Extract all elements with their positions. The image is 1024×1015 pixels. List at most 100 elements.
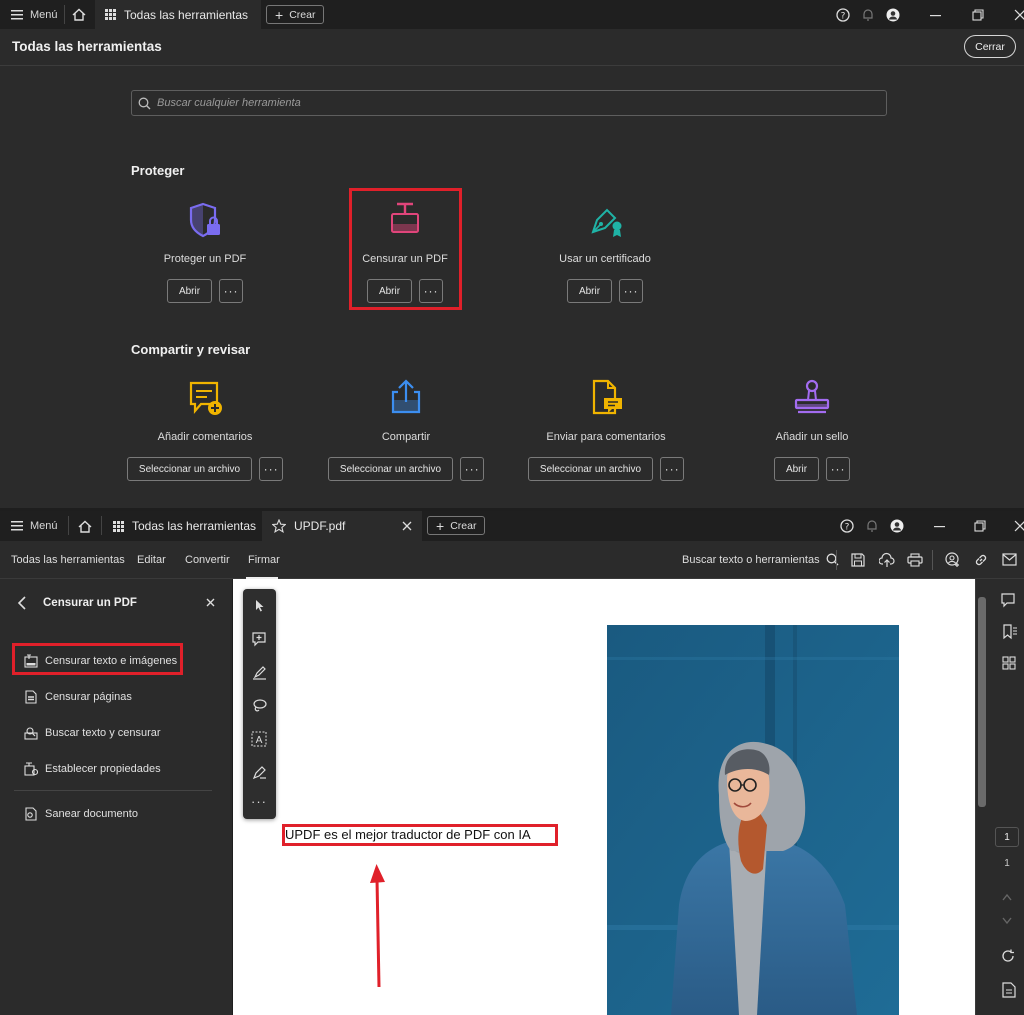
restore-icon[interactable] [974, 520, 986, 532]
save-icon[interactable] [851, 553, 865, 567]
svg-text:A: A [256, 735, 263, 746]
create-button[interactable]: + Crear [266, 5, 325, 24]
help-icon[interactable]: ? [836, 7, 850, 22]
svg-text:?: ? [841, 11, 846, 21]
home-icon [72, 8, 86, 21]
tab-label: Todas las herramientas [124, 7, 249, 22]
menubar-convert[interactable]: Convertir [185, 554, 230, 566]
help-icon[interactable]: ? [840, 519, 854, 533]
highlight-pen-icon[interactable] [252, 665, 268, 681]
highlight-box-text [282, 824, 558, 846]
more-options-button[interactable]: ··· [259, 457, 284, 481]
search-icon [138, 97, 151, 109]
panel-item-label: Sanear documento [45, 808, 138, 820]
panel-header: Censurar un PDF [0, 579, 232, 625]
scrollbar-thumb[interactable] [978, 597, 986, 807]
open-button[interactable]: Abrir [773, 457, 820, 481]
star-icon[interactable] [272, 519, 286, 533]
create-button[interactable]: + Crear [427, 516, 486, 535]
select-file-button[interactable]: Seleccionar un archivo [327, 457, 454, 481]
sanitize-icon [25, 807, 37, 821]
menu-button[interactable]: Menú [11, 511, 58, 541]
panel-item-label: Censurar páginas [45, 691, 132, 703]
redact-panel: Censurar un PDF Censurar texto e imágene… [0, 579, 232, 1015]
more-tools-icon[interactable]: ··· [251, 794, 267, 809]
link-icon[interactable] [974, 553, 988, 567]
bell-icon[interactable] [866, 519, 878, 533]
select-file-button[interactable]: Seleccionar un archivo [126, 457, 253, 481]
add-comment-icon[interactable] [252, 632, 268, 648]
mail-icon[interactable] [1002, 553, 1017, 566]
more-options-button[interactable]: ··· [826, 457, 851, 481]
close-icon[interactable] [1014, 520, 1024, 532]
close-tab-icon[interactable] [402, 521, 412, 531]
highlight-box-redact [349, 188, 462, 310]
bell-icon[interactable] [862, 8, 874, 22]
plus-icon: + [275, 6, 284, 23]
share-icon [391, 379, 421, 414]
open-button[interactable]: Abrir [566, 279, 613, 303]
minimize-icon[interactable] [930, 9, 942, 21]
refresh-icon[interactable] [1001, 949, 1015, 963]
share-user-icon[interactable] [945, 552, 961, 568]
home-button[interactable] [72, 0, 86, 29]
highlight-box-redact-text [12, 643, 183, 675]
bookmark-icon[interactable] [1002, 624, 1018, 640]
close-panel-icon[interactable] [206, 598, 215, 607]
home-icon [78, 520, 92, 533]
avatar-icon[interactable] [886, 8, 900, 22]
create-label: Crear [450, 519, 477, 532]
panel-item-sanitize-document[interactable]: Sanear documento [24, 807, 138, 821]
close-button[interactable]: Cerrar [964, 35, 1016, 58]
draw-lasso-icon[interactable] [252, 698, 268, 714]
panel-item-set-properties[interactable]: Establecer propiedades [24, 762, 161, 776]
menubar-all-tools[interactable]: Todas las herramientas [11, 554, 125, 566]
page-number-input[interactable]: 1 [995, 827, 1019, 847]
tool-name: Proteger un PDF [163, 253, 247, 265]
search-tools[interactable]: Buscar texto o herramientas [682, 553, 839, 566]
back-arrow-icon[interactable] [17, 596, 27, 610]
tool-name: Enviar para comentarios [546, 431, 666, 443]
comment-add-icon [189, 381, 222, 415]
sign-pen-icon[interactable] [252, 765, 268, 781]
tool-protect-pdf: Proteger un PDF Abrir ··· [125, 200, 285, 303]
more-options-button[interactable]: ··· [619, 279, 644, 303]
select-cursor-icon[interactable] [253, 599, 267, 613]
panel-item-redact-pages[interactable]: Censurar páginas [24, 690, 132, 704]
tab-label: UPDF.pdf [294, 519, 346, 533]
panel-item-find-and-redact[interactable]: Buscar texto y censurar [24, 726, 161, 740]
thumbnails-icon[interactable] [1002, 656, 1016, 670]
tab-all-tools[interactable]: Todas las herramientas [95, 0, 261, 29]
send-comments-icon [592, 379, 622, 415]
text-box-icon[interactable]: A [251, 731, 268, 748]
panel-item-label: Establecer propiedades [45, 763, 161, 775]
grid-icon [113, 520, 124, 532]
print-icon[interactable] [907, 553, 923, 567]
tool-search [131, 90, 887, 116]
close-icon[interactable] [1014, 9, 1024, 21]
open-button[interactable]: Abrir [166, 279, 213, 303]
menu-button[interactable]: Menú [11, 0, 58, 29]
comments-icon[interactable] [1001, 593, 1017, 609]
tab-updf-pdf[interactable]: UPDF.pdf [262, 511, 422, 541]
more-options-button[interactable]: ··· [460, 457, 485, 481]
menubar-edit[interactable]: Editar [137, 554, 166, 566]
cloud-upload-icon[interactable] [879, 552, 895, 568]
menubar-sign[interactable]: Firmar [248, 554, 280, 566]
select-file-button[interactable]: Seleccionar un archivo [527, 457, 654, 481]
more-options-button[interactable]: ··· [219, 279, 244, 303]
red-arrow-annotation [370, 864, 385, 988]
all-tools-window: Menú Todas las herramientas + Crear ? To… [0, 0, 1024, 508]
tab-all-tools[interactable]: Todas las herramientas [103, 511, 266, 541]
home-button[interactable] [78, 511, 92, 541]
minimize-icon[interactable] [934, 520, 946, 532]
create-label: Crear [289, 8, 316, 21]
document-canvas[interactable]: A ··· UPDF es el mejor traductor de PDF … [233, 579, 975, 1015]
more-options-button[interactable]: ··· [660, 457, 685, 481]
document-info-icon[interactable] [1002, 982, 1016, 998]
search-input[interactable] [157, 97, 857, 109]
chevron-down-icon[interactable] [1002, 917, 1012, 925]
restore-icon[interactable] [972, 8, 984, 21]
avatar-icon[interactable] [890, 519, 904, 533]
chevron-up-icon[interactable] [1002, 893, 1012, 901]
